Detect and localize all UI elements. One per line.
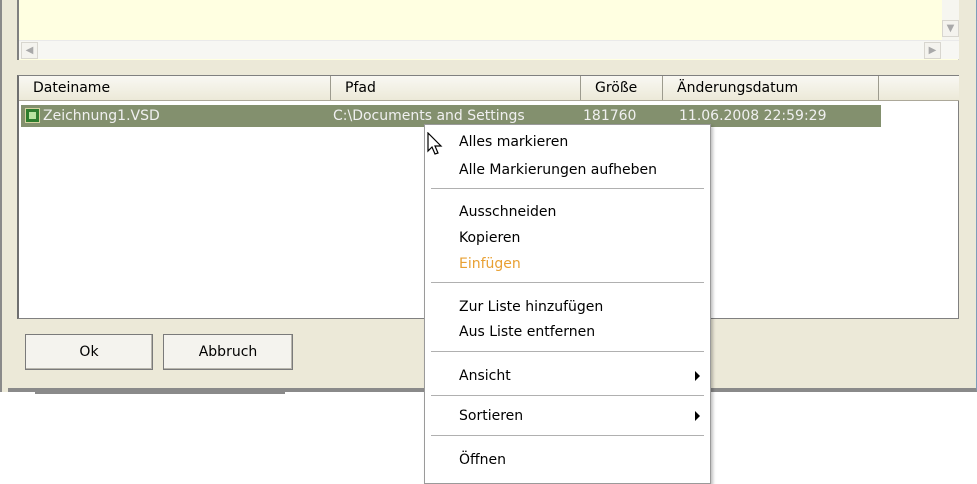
menu-item-paste: Einfügen — [459, 256, 521, 272]
column-header-filename[interactable]: Dateiname — [19, 76, 331, 100]
column-header-empty — [879, 76, 959, 100]
menu-item-add-to-list[interactable]: Zur Liste hinzufügen — [459, 295, 603, 319]
menu-separator — [431, 282, 704, 283]
menu-item-cut[interactable]: Ausschneiden — [459, 200, 556, 224]
memo-area[interactable]: ▼ ◀ ▶ — [17, 0, 959, 60]
list-header: Dateiname Pfad Größe Änderungsdatum — [19, 76, 959, 101]
column-header-path[interactable]: Pfad — [331, 76, 581, 100]
scroll-right-button[interactable]: ▶ — [924, 42, 941, 59]
submenu-arrow-icon — [695, 411, 700, 421]
memo-horizontal-scrollbar[interactable]: ◀ ▶ — [19, 40, 959, 59]
window-bottom-edge — [35, 392, 285, 394]
context-menu: Alles markieren Alle Markierungen aufheb… — [424, 124, 711, 484]
menu-item-remove-from-list[interactable]: Aus Liste entfernen — [459, 320, 595, 344]
menu-separator — [431, 188, 704, 189]
column-header-date[interactable]: Änderungsdatum — [663, 76, 879, 100]
scroll-down-button[interactable]: ▼ — [942, 20, 959, 37]
memo-vertical-scrollbar[interactable]: ▼ — [942, 0, 959, 40]
menu-separator — [431, 395, 704, 396]
row-filename: Zeichnung1.VSD — [43, 108, 160, 124]
window-edge — [0, 0, 8, 392]
ok-button[interactable]: Ok — [25, 334, 153, 370]
menu-item-deselect-all[interactable]: Alle Markierungen aufheben — [459, 158, 657, 182]
column-header-size[interactable]: Größe — [581, 76, 663, 100]
cancel-button[interactable]: Abbruch — [163, 334, 293, 370]
visio-file-icon — [25, 108, 40, 123]
submenu-arrow-icon — [695, 371, 700, 381]
menu-item-sort[interactable]: Sortieren — [459, 404, 523, 428]
menu-separator — [431, 351, 704, 352]
menu-item-copy[interactable]: Kopieren — [459, 226, 520, 250]
mouse-cursor-icon — [427, 132, 443, 155]
menu-item-select-all[interactable]: Alles markieren — [459, 130, 568, 154]
menu-item-open[interactable]: Öffnen — [459, 448, 506, 472]
scroll-left-button[interactable]: ◀ — [21, 42, 38, 59]
menu-item-view[interactable]: Ansicht — [459, 364, 511, 388]
menu-separator — [431, 435, 704, 436]
